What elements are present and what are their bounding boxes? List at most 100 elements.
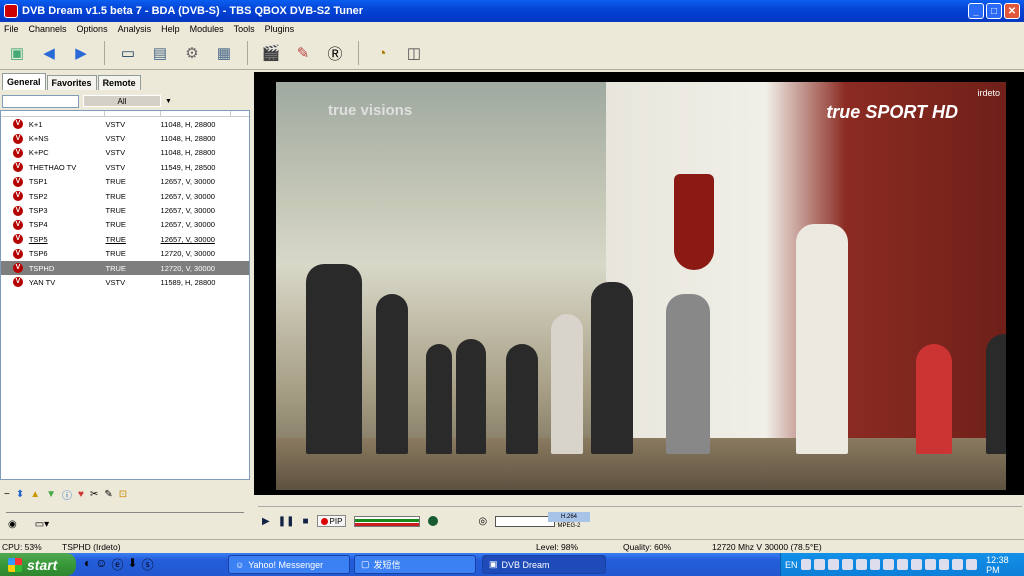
menu-help[interactable]: Help xyxy=(161,24,180,34)
menu-bar: File Channels Options Analysis Help Modu… xyxy=(0,22,1024,36)
menu-file[interactable]: File xyxy=(4,24,19,34)
channel-icon: V xyxy=(13,234,23,245)
tray-icon[interactable] xyxy=(841,559,853,570)
audio-codec-label: MPEG-2 xyxy=(557,523,581,529)
menu-modules[interactable]: Modules xyxy=(190,24,224,34)
close-button[interactable]: ✕ xyxy=(1004,3,1020,19)
sort-icon[interactable]: ⬍ xyxy=(16,489,24,500)
clock[interactable]: 12:38 PM xyxy=(986,555,1024,575)
channel-row[interactable]: V TSP1 TRUE 12657, V, 30000 xyxy=(1,175,249,189)
video-view[interactable]: true visions true SPORT HD irdeto xyxy=(254,72,1024,495)
lock-icon[interactable]: ⊡ xyxy=(119,489,127,500)
menu-plugins[interactable]: Plugins xyxy=(265,24,295,34)
ie-icon[interactable]: ⓔ xyxy=(112,556,124,573)
tray-icon[interactable] xyxy=(855,559,867,570)
forward-icon[interactable]: ▶ xyxy=(68,40,94,66)
panel-slider[interactable] xyxy=(6,509,244,513)
tools-icon[interactable]: ✂ xyxy=(90,489,98,500)
menu-channels[interactable]: Channels xyxy=(29,24,67,34)
channel-row[interactable]: V K+NS VSTV 11048, H, 28800 xyxy=(1,131,249,145)
move-up-icon[interactable]: ▲ xyxy=(30,489,40,500)
timer-icon[interactable]: ◔ xyxy=(369,40,395,66)
filter-dropdown[interactable]: All xyxy=(83,95,161,107)
irdeto-watermark: irdeto xyxy=(977,88,1000,98)
info-icon[interactable]: ⓘ xyxy=(62,487,72,502)
channel-name: TSP3 xyxy=(28,206,48,216)
tab-general[interactable]: General xyxy=(2,73,46,90)
epg-clapper-icon[interactable]: 🎬 xyxy=(258,40,284,66)
channel-row[interactable]: V YAN TV VSTV 11589, H, 28800 xyxy=(1,275,249,289)
channel-panel: General Favorites Remote All ▼ V K+1 VSTV 1… xyxy=(0,72,250,538)
back-icon[interactable]: ◀ xyxy=(36,40,62,66)
tray-icon[interactable] xyxy=(883,559,895,570)
tray-icon[interactable] xyxy=(897,559,909,570)
taskbar-yahoo-messenger[interactable]: ☺ Yahoo! Messenger xyxy=(228,555,350,574)
channel-row[interactable]: V K+PC VSTV 11048, H, 28800 xyxy=(1,146,249,160)
move-down-icon[interactable]: ▼ xyxy=(46,489,56,500)
skype-icon[interactable]: ⓢ xyxy=(142,556,154,573)
signal-level: Level: 98% xyxy=(536,542,579,552)
edit-icon[interactable]: ✎ xyxy=(104,489,112,500)
globe-icon[interactable] xyxy=(428,516,439,526)
channel-row[interactable]: V TSP2 TRUE 12657, V, 30000 xyxy=(1,189,249,203)
record-icon[interactable]: Ⓡ xyxy=(322,40,348,66)
volume-icon[interactable]: ◎ xyxy=(478,516,487,527)
tray-icon[interactable] xyxy=(966,559,978,570)
tray-icon[interactable] xyxy=(924,559,936,570)
remove-icon[interactable]: − xyxy=(4,489,10,500)
channel-name: TSP6 xyxy=(28,249,48,259)
channel-search-input[interactable] xyxy=(2,94,79,108)
display-mode-icon[interactable]: ▭▾ xyxy=(35,519,49,530)
status-bar: CPU: 53% TSPHD (Irdeto) Level: 98% Quali… xyxy=(0,539,1024,553)
tab-favorites[interactable]: Favorites xyxy=(46,75,97,90)
channel-row[interactable]: V THETHAO TV VSTV 11549, H, 28500 xyxy=(1,160,249,174)
tray-icon[interactable] xyxy=(869,559,881,570)
taskbar-sms[interactable]: ▢ 发短信 xyxy=(354,555,476,574)
pause-icon[interactable]: ❚❚ xyxy=(278,516,295,527)
channel-name: TSP5 xyxy=(28,234,48,244)
audio-icon[interactable]: ◉ xyxy=(8,519,17,530)
channel-row[interactable]: V TSPHD TRUE 12720, V, 30000 xyxy=(1,260,249,276)
channel-row[interactable]: V TSP6 TRUE 12720, V, 30000 xyxy=(1,247,249,261)
channel-transponder: 11589, H, 28800 xyxy=(160,277,216,287)
channel-status: TSPHD (Irdeto) xyxy=(62,542,121,552)
tray-icon[interactable] xyxy=(911,559,922,570)
tray-icon[interactable] xyxy=(800,559,812,570)
channel-row[interactable]: V TSP5 TRUE 12657, V, 30000 xyxy=(1,232,249,246)
menu-options[interactable]: Options xyxy=(77,24,108,34)
pip-button[interactable]: PIP xyxy=(316,515,347,527)
menu-analysis[interactable]: Analysis xyxy=(118,24,152,34)
maximize-button[interactable]: □ xyxy=(986,3,1002,19)
channel-row[interactable]: V TSP3 TRUE 12657, V, 30000 xyxy=(1,203,249,217)
firefox-icon[interactable]: ◐ xyxy=(84,556,91,573)
signal-meter-icon[interactable]: ◫ xyxy=(401,40,427,66)
channel-row[interactable]: V K+1 VSTV 11048, H, 28800 xyxy=(1,117,249,131)
download-icon[interactable]: ⬇ xyxy=(128,556,138,573)
play-icon[interactable]: ▶ xyxy=(262,516,270,527)
start-button[interactable]: start xyxy=(0,553,76,576)
tray-icon[interactable] xyxy=(938,559,950,570)
taskbar-dvb-dream[interactable]: ▣ DVB Dream xyxy=(482,555,606,574)
menu-tools[interactable]: Tools xyxy=(234,24,255,34)
dropdown-arrow-icon[interactable]: ▼ xyxy=(165,98,172,105)
language-indicator[interactable]: EN xyxy=(785,560,798,570)
tray-icon[interactable] xyxy=(828,559,839,570)
open-folder-icon[interactable]: ▣ xyxy=(4,40,30,66)
minimize-button[interactable]: _ xyxy=(968,3,984,19)
volume-bar[interactable] xyxy=(495,515,556,527)
favorite-icon[interactable]: ♥ xyxy=(78,489,84,500)
channel-provider: TRUE xyxy=(105,220,126,230)
seek-bar[interactable] xyxy=(258,501,1022,507)
window-icon[interactable]: ▤ xyxy=(147,40,173,66)
settings-gears-icon[interactable]: ⚙ xyxy=(179,40,205,66)
messenger-icon[interactable]: ☺ xyxy=(95,556,107,573)
tray-icon[interactable] xyxy=(952,559,964,570)
tab-remote[interactable]: Remote xyxy=(97,75,141,90)
eraser-icon[interactable]: ✎ xyxy=(290,40,316,66)
channel-row[interactable]: V TSP4 TRUE 12657, V, 30000 xyxy=(1,218,249,232)
screenshot-icon[interactable]: ▦ xyxy=(211,40,237,66)
stop-icon[interactable]: ■ xyxy=(302,516,308,527)
channel-name: TSP4 xyxy=(28,220,48,230)
tray-icon[interactable] xyxy=(814,559,826,570)
monitor-icon[interactable]: ▭ xyxy=(115,40,141,66)
